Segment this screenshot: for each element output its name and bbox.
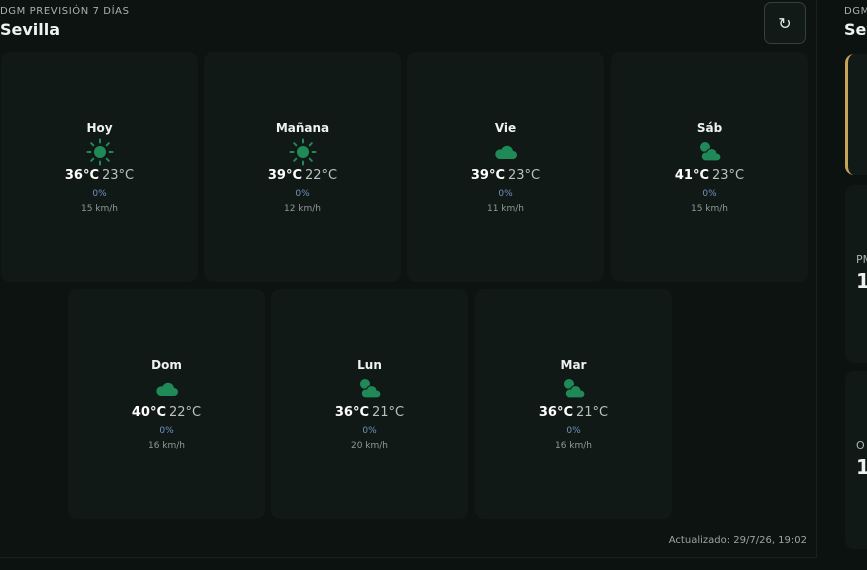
- forecast-card: Vie 39°C 23°C 0% 11 km/h: [407, 52, 604, 282]
- rain-probability: 0%: [159, 426, 174, 436]
- rain-probability: 0%: [702, 189, 717, 199]
- min-temperature: 22°C: [169, 405, 202, 420]
- wind-speed: 11 km/h: [486, 204, 525, 214]
- min-temperature: 23°C: [102, 168, 135, 183]
- rain-probability: 0%: [92, 189, 107, 199]
- adjacent-city-title: Sev: [844, 20, 867, 39]
- last-updated-text: Actualizado: 29/7/26, 19:02: [668, 535, 807, 546]
- partly-cloudy-icon: [475, 375, 672, 403]
- min-temperature: 23°C: [712, 168, 745, 183]
- rain-probability: 0%: [295, 189, 310, 199]
- cloud-icon: [407, 138, 604, 166]
- max-temperature: 41°C: [674, 168, 709, 183]
- max-temperature: 36°C: [334, 405, 369, 420]
- forecast-day: Dom: [151, 358, 182, 372]
- cloud-icon: [68, 375, 265, 403]
- forecast-day: Mar: [560, 358, 587, 372]
- max-temperature: 40°C: [131, 405, 166, 420]
- adjacent-panel: DGM Sev PM 1 O 1: [833, 0, 867, 570]
- max-temperature: 39°C: [470, 168, 505, 183]
- wind-speed: 20 km/h: [350, 441, 389, 451]
- forecast-day: Sáb: [696, 121, 723, 135]
- wind-speed: 16 km/h: [147, 441, 186, 451]
- forecast-card: Lun 36°C 21°C 0% 20 km/h: [271, 289, 468, 519]
- forecast-card: Hoy 36°C 23°C 0% 15 km/h: [1, 52, 198, 282]
- max-temperature: 36°C: [538, 405, 573, 420]
- min-temperature: 21°C: [372, 405, 405, 420]
- partly-cloudy-icon: [611, 138, 808, 166]
- forecast-card: Dom 40°C 22°C 0% 16 km/h: [68, 289, 265, 519]
- city-title: Sevilla: [0, 20, 61, 39]
- metric-card: O 1: [845, 371, 867, 549]
- sun-icon: [1, 138, 198, 166]
- forecast-panel: DGM PREVISIÓN 7 DÍAS Sevilla ↻ Hoy 36°C 2…: [0, 0, 817, 558]
- partly-cloudy-icon: [271, 375, 468, 403]
- refresh-icon: ↻: [778, 13, 792, 33]
- forecast-card: Mañana 39°C 22°C 0% 12 km/h: [204, 52, 401, 282]
- forecast-day: Vie: [494, 121, 517, 135]
- min-temperature: 22°C: [305, 168, 338, 183]
- metric-value: 1: [856, 455, 867, 479]
- rain-probability: 0%: [566, 426, 581, 436]
- refresh-button[interactable]: ↻: [764, 2, 806, 44]
- alert-card: [845, 54, 867, 175]
- forecast-day: Mañana: [275, 121, 330, 135]
- rain-probability: 0%: [498, 189, 513, 199]
- metric-card: PM 1: [845, 185, 867, 363]
- forecast-card: Sáb 41°C 23°C 0% 15 km/h: [611, 52, 808, 282]
- max-temperature: 39°C: [267, 168, 302, 183]
- min-temperature: 21°C: [576, 405, 609, 420]
- rain-probability: 0%: [362, 426, 377, 436]
- wind-speed: 16 km/h: [554, 441, 593, 451]
- sun-icon: [204, 138, 401, 166]
- adjacent-source-label: DGM: [844, 6, 867, 17]
- metric-value: 1: [856, 269, 867, 293]
- forecast-card: Mar 36°C 21°C 0% 16 km/h: [475, 289, 672, 519]
- wind-speed: 12 km/h: [283, 204, 322, 214]
- wind-speed: 15 km/h: [690, 204, 729, 214]
- forecast-source-label: DGM PREVISIÓN 7 DÍAS: [0, 6, 130, 17]
- metric-label: O: [856, 439, 865, 452]
- max-temperature: 36°C: [64, 168, 99, 183]
- forecast-day: Lun: [357, 358, 382, 372]
- wind-speed: 15 km/h: [80, 204, 119, 214]
- metric-label: PM: [856, 253, 867, 266]
- min-temperature: 23°C: [508, 168, 541, 183]
- forecast-day: Hoy: [86, 121, 113, 135]
